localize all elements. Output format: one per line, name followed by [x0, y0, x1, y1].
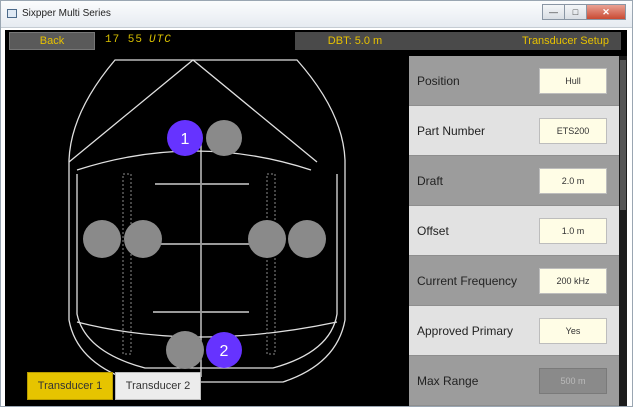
title-bar: Sixpper Multi Series — □ ✕	[1, 1, 632, 28]
app-window: Sixpper Multi Series — □ ✕ Back 17 55 UTC…	[0, 0, 633, 407]
transducer-1-number: 1	[181, 131, 190, 148]
time-value: 17 55	[105, 34, 144, 46]
side-rail	[266, 173, 276, 355]
tab-transducer-2[interactable]: Transducer 2	[115, 372, 201, 400]
hull-diagram: 1 2	[68, 59, 346, 383]
inner-hull	[76, 174, 338, 369]
transducer-slot	[166, 331, 204, 369]
offset-label: Offset	[417, 223, 449, 238]
side-rail	[122, 173, 132, 355]
setting-row-position: Position Hull	[409, 56, 619, 106]
screen-title: Transducer Setup	[415, 32, 621, 50]
max-range-value: 500 m	[539, 367, 607, 394]
transducer-slot	[248, 220, 286, 258]
tab-transducer-1[interactable]: Transducer 1	[27, 372, 113, 400]
back-button[interactable]: Back	[9, 32, 95, 50]
setting-row-offset: Offset 1.0 m	[409, 206, 619, 256]
window-title: Sixpper Multi Series	[22, 8, 111, 19]
approved-primary-label: Approved Primary	[417, 323, 514, 338]
deck-curve	[76, 150, 312, 171]
settings-panel: Position Hull Part Number ETS200 Draft 2…	[409, 56, 619, 406]
transducer-slot	[288, 220, 326, 258]
setting-row-part-number: Part Number ETS200	[409, 106, 619, 156]
time-zone: UTC	[149, 34, 172, 46]
part-number-label: Part Number	[417, 123, 486, 138]
stern-curve	[76, 321, 338, 338]
setting-row-approved-primary: Approved Primary Yes	[409, 306, 619, 356]
scroll-thumb[interactable]	[620, 60, 626, 210]
app-content: Back 17 55 UTC DBT: 5.0 m Transducer Setu…	[5, 30, 627, 406]
frequency-value[interactable]: 200 kHz	[539, 267, 607, 294]
minimize-button[interactable]: —	[542, 4, 565, 20]
position-label: Position	[417, 73, 460, 88]
draft-value[interactable]: 2.0 m	[539, 167, 607, 194]
app-icon	[7, 9, 17, 18]
top-bar: Back 17 55 UTC DBT: 5.0 m Transducer Setu…	[5, 30, 627, 52]
setting-row-frequency: Current Frequency 200 kHz	[409, 256, 619, 306]
position-value[interactable]: Hull	[539, 67, 607, 94]
draft-label: Draft	[417, 173, 444, 188]
transducer-slot	[206, 120, 242, 156]
part-number-value[interactable]: ETS200	[539, 117, 607, 144]
setting-row-draft: Draft 2.0 m	[409, 156, 619, 206]
clock: 17 55 UTC	[105, 34, 172, 46]
max-range-label: Max Range	[417, 373, 479, 388]
maximize-button[interactable]: □	[564, 4, 587, 20]
transducer-slot	[83, 220, 121, 258]
depth-readout: DBT: 5.0 m	[295, 32, 415, 50]
close-button[interactable]: ✕	[586, 4, 626, 20]
approved-primary-value[interactable]: Yes	[539, 317, 607, 344]
transducer-slot	[124, 220, 162, 258]
settings-scrollbar[interactable]	[619, 56, 627, 406]
offset-value[interactable]: 1.0 m	[539, 217, 607, 244]
transducer-2-number: 2	[220, 343, 229, 360]
frequency-label: Current Frequency	[417, 273, 518, 288]
setting-row-max-range: Max Range 500 m	[409, 356, 619, 406]
